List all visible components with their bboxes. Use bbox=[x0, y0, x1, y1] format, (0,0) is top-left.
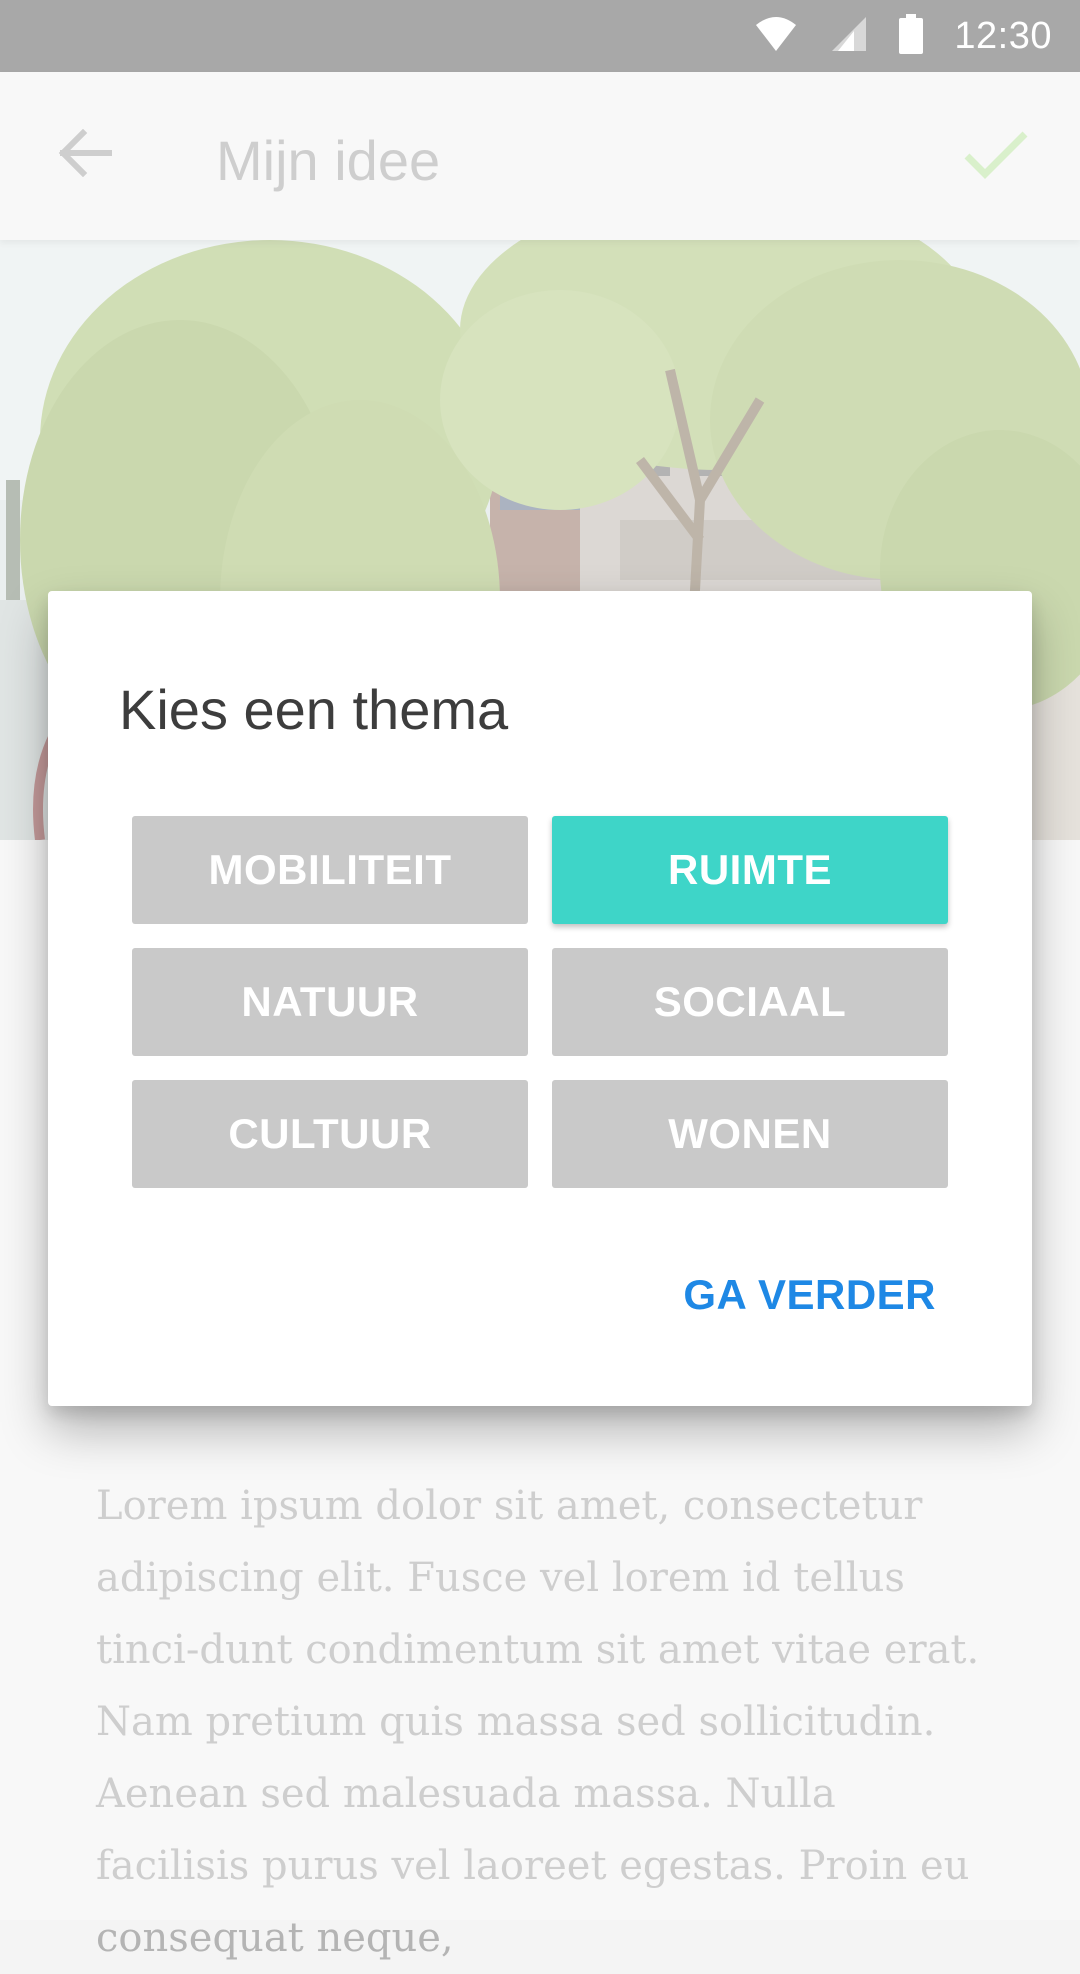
status-time: 12:30 bbox=[954, 14, 1052, 57]
continue-button[interactable]: GA VERDER bbox=[683, 1271, 936, 1319]
theme-dialog: Kies een thema MOBILITEIT RUIMTE NATUUR … bbox=[48, 591, 1032, 1406]
theme-button-natuur[interactable]: NATUUR bbox=[132, 948, 528, 1056]
signal-icon bbox=[828, 15, 868, 58]
theme-button-cultuur[interactable]: CULTUUR bbox=[132, 1080, 528, 1188]
status-bar: 12:30 bbox=[0, 0, 1080, 72]
dialog-title: Kies een thema bbox=[119, 678, 509, 741]
theme-button-mobiliteit[interactable]: MOBILITEIT bbox=[132, 816, 528, 924]
battery-icon bbox=[898, 13, 924, 59]
wifi-icon bbox=[754, 15, 798, 58]
theme-button-wonen[interactable]: WONEN bbox=[552, 1080, 948, 1188]
theme-button-ruimte[interactable]: RUIMTE bbox=[552, 816, 948, 924]
theme-button-sociaal[interactable]: SOCIAAL bbox=[552, 948, 948, 1056]
